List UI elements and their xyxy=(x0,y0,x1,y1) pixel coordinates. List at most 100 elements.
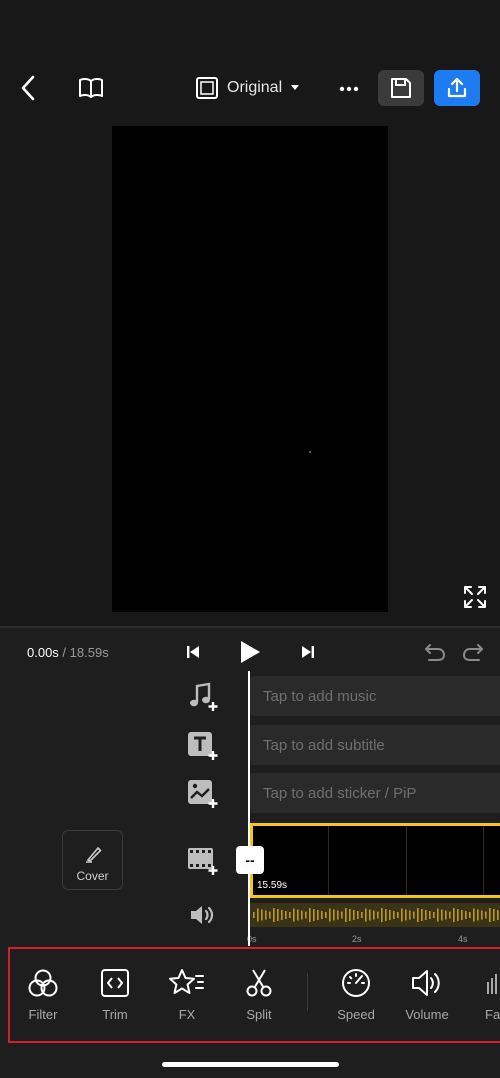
waveform-bar xyxy=(321,911,323,919)
caret-down-icon xyxy=(291,85,300,90)
speed-label: Speed xyxy=(337,1007,375,1022)
play-icon[interactable] xyxy=(235,637,265,667)
time-display: 0.00s / 18.59s xyxy=(27,645,109,660)
volume-speaker-icon[interactable] xyxy=(187,902,217,928)
playhead[interactable] xyxy=(248,671,250,946)
clip-trim-handle[interactable]: -- xyxy=(236,846,264,874)
waveform-bar xyxy=(461,910,463,920)
speed-tool[interactable]: Speed xyxy=(326,968,386,1022)
sticker-track[interactable]: Tap to add sticker / PiP xyxy=(250,773,500,813)
fade-tool[interactable]: Fa xyxy=(472,968,500,1022)
add-music-icon[interactable] xyxy=(186,682,220,712)
music-track[interactable]: Tap to add music xyxy=(250,676,500,716)
home-indicator xyxy=(162,1062,339,1067)
waveform-bar xyxy=(377,911,379,919)
add-sticker-icon[interactable] xyxy=(186,779,220,809)
volume-tool[interactable]: Volume xyxy=(397,968,457,1022)
tool-divider xyxy=(307,973,308,1011)
waveform-bar xyxy=(273,908,275,922)
waveform-bar xyxy=(473,908,475,922)
add-subtitle-icon[interactable] xyxy=(186,731,220,761)
export-button[interactable] xyxy=(434,70,480,106)
trim-tool[interactable]: Trim xyxy=(85,968,145,1022)
frame-icon xyxy=(196,77,218,99)
waveform-bar xyxy=(365,908,367,922)
undo-icon[interactable] xyxy=(421,639,449,665)
waveform-bar xyxy=(465,911,467,919)
waveform-bar xyxy=(441,909,443,921)
filter-tool[interactable]: Filter xyxy=(13,968,73,1022)
waveform-bar xyxy=(457,909,459,921)
cover-button[interactable]: Cover xyxy=(62,830,123,890)
waveform-bar xyxy=(337,910,339,920)
waveform-bar xyxy=(253,912,255,918)
filter-icon xyxy=(28,969,58,997)
scissors-icon xyxy=(246,969,272,997)
waveform-bar xyxy=(369,909,371,921)
waveform-bar xyxy=(317,910,319,920)
speedometer-icon xyxy=(342,969,370,997)
waveform-bar xyxy=(325,912,327,918)
waveform-bar xyxy=(429,911,431,919)
waveform-bar xyxy=(345,908,347,922)
waveform-bar xyxy=(425,910,427,920)
back-icon[interactable] xyxy=(14,74,42,102)
sticker-track-label: Tap to add sticker / PiP xyxy=(263,784,417,802)
aspect-ratio-selector[interactable]: Original xyxy=(195,75,300,101)
waveform-bar xyxy=(485,911,487,919)
trim-icon xyxy=(101,969,129,997)
total-time: 18.59s xyxy=(69,645,109,660)
waveform-bar xyxy=(329,908,331,922)
waveform-bar xyxy=(449,911,451,919)
waveform-bar xyxy=(281,910,283,920)
more-options-icon[interactable] xyxy=(335,76,363,102)
star-fx-icon xyxy=(169,969,204,994)
waveform-bar xyxy=(361,912,363,918)
skip-to-end-icon[interactable] xyxy=(297,641,319,663)
audio-waveform[interactable] xyxy=(250,903,500,927)
redo-icon[interactable] xyxy=(459,639,487,665)
video-clip[interactable] xyxy=(250,823,500,898)
waveform-bar xyxy=(277,909,279,921)
waveform-bar xyxy=(477,909,479,921)
waveform-bar xyxy=(437,908,439,922)
waveform-bar xyxy=(397,912,399,918)
upload-icon xyxy=(447,77,467,98)
time-ruler: 0s 2s 4s xyxy=(247,930,500,946)
waveform-bar xyxy=(453,908,455,922)
waveform-bar xyxy=(497,910,499,920)
fullscreen-icon[interactable] xyxy=(461,583,489,611)
frame-divider xyxy=(328,826,329,895)
save-icon xyxy=(391,78,411,98)
video-preview-canvas[interactable] xyxy=(112,126,388,612)
skip-to-start-icon[interactable] xyxy=(182,641,204,663)
trim-label: Trim xyxy=(102,1007,128,1022)
tutorial-book-icon[interactable] xyxy=(76,74,106,102)
fx-tool[interactable]: FX xyxy=(157,968,217,1022)
volume-label: Volume xyxy=(405,1007,449,1022)
waveform-bar xyxy=(349,909,351,921)
waveform-bar xyxy=(413,911,415,919)
waveform-bar xyxy=(421,909,423,921)
waveform-bar xyxy=(393,911,395,919)
waveform-bar xyxy=(489,908,491,922)
volume-icon xyxy=(412,970,440,996)
waveform-bar xyxy=(257,908,259,922)
waveform-bar xyxy=(333,909,335,921)
aspect-ratio-label: Original xyxy=(227,79,283,96)
time-separator: / xyxy=(58,645,70,660)
waveform-bar xyxy=(401,908,403,922)
waveform-bar xyxy=(385,909,387,921)
subtitle-track-label: Tap to add subtitle xyxy=(263,736,385,754)
save-draft-button[interactable] xyxy=(378,70,424,106)
add-clip-icon[interactable] xyxy=(186,846,220,876)
cover-label: Cover xyxy=(76,869,109,883)
subtitle-track[interactable]: Tap to add subtitle xyxy=(250,725,500,765)
current-time: 0.00s xyxy=(27,645,59,660)
frame-divider xyxy=(483,826,484,895)
clip-duration: 15.59s xyxy=(257,880,288,891)
split-tool[interactable]: Split xyxy=(229,968,289,1022)
waveform-bar xyxy=(265,910,267,920)
waveform-bar xyxy=(417,908,419,922)
split-label: Split xyxy=(246,1007,272,1022)
